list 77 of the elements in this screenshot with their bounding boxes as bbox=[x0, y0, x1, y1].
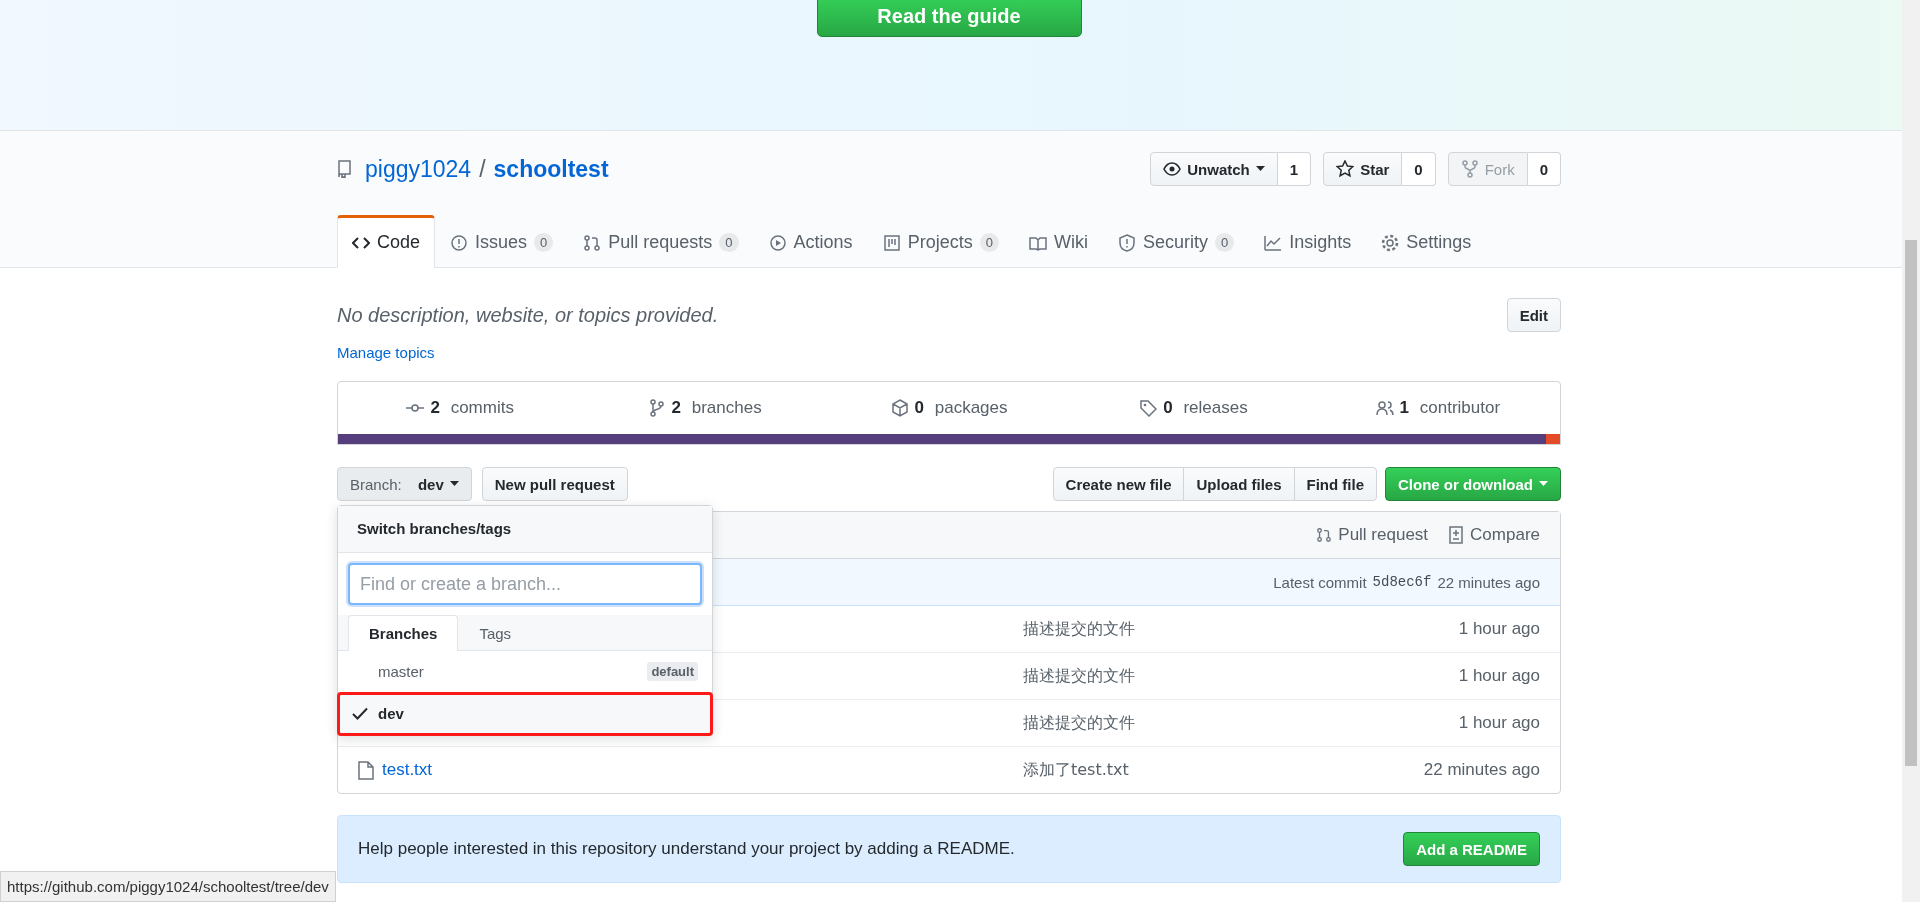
file-action-button[interactable]: Create new file bbox=[1052, 467, 1185, 501]
play-icon bbox=[768, 233, 787, 252]
counter-badge: 0 bbox=[719, 233, 739, 252]
counter-badge: 0 bbox=[534, 233, 554, 252]
repository-name-link[interactable]: schooltest bbox=[493, 155, 609, 183]
repo-tab[interactable]: Issues 0 bbox=[435, 215, 569, 268]
branch-select-button[interactable]: Branch: dev bbox=[337, 467, 472, 501]
summary-link[interactable]: 0 packages bbox=[826, 398, 1072, 418]
file-age: 1 hour ago bbox=[1458, 713, 1540, 733]
repo-tab[interactable]: Actions bbox=[753, 215, 868, 268]
file-action-button[interactable]: Find file bbox=[1293, 467, 1377, 501]
diff-icon bbox=[1448, 526, 1465, 544]
file-action-button[interactable]: Upload files bbox=[1183, 467, 1295, 501]
repo-tab[interactable]: Code bbox=[337, 215, 436, 268]
file-link[interactable]: test.txt bbox=[382, 760, 433, 780]
new-pull-request-button[interactable]: New pull request bbox=[481, 467, 628, 501]
latest-commit-label: Latest commit bbox=[1273, 573, 1367, 591]
file-age: 22 minutes ago bbox=[1423, 760, 1540, 780]
caret-icon bbox=[1539, 481, 1548, 487]
counter-badge: 0 bbox=[1214, 233, 1235, 252]
dropdown-title: Switch branches/tags bbox=[338, 506, 712, 553]
count-link[interactable]: 0 bbox=[1402, 152, 1436, 186]
repo-action-button[interactable]: Unwatch bbox=[1150, 152, 1278, 186]
repo-tab[interactable]: Security 0 bbox=[1102, 215, 1250, 268]
commit-message-link[interactable]: 描述提交的文件 bbox=[1023, 712, 1459, 734]
edit-button[interactable]: Edit bbox=[1506, 298, 1561, 332]
branch-menu-item[interactable]: dev bbox=[338, 693, 712, 735]
check-icon bbox=[352, 707, 368, 720]
commit-message-link[interactable]: 添加了test.txt bbox=[1023, 759, 1424, 781]
count-link[interactable]: 1 bbox=[1277, 152, 1312, 186]
manage-topics-link[interactable]: Manage topics bbox=[337, 344, 1561, 361]
branch-icon bbox=[647, 399, 666, 417]
repository-icon bbox=[337, 160, 351, 178]
eye-icon bbox=[1163, 160, 1182, 178]
commit-message-link[interactable]: 描述提交的文件 bbox=[1023, 618, 1459, 640]
owner-link[interactable]: piggy1024 bbox=[365, 155, 472, 183]
summary-link[interactable]: 2 branches bbox=[582, 398, 827, 418]
file-age: 1 hour ago bbox=[1458, 619, 1540, 639]
summary-link[interactable]: 2 commits bbox=[338, 398, 583, 418]
readme-prompt-text: Help people interested in this repository understand your project by adding a README. bbox=[358, 839, 1015, 859]
pull-request-icon bbox=[1316, 526, 1333, 544]
repo-action-button[interactable]: Star bbox=[1323, 152, 1403, 186]
repository-description: No description, website, or topics provided. bbox=[337, 303, 719, 327]
board-icon bbox=[882, 233, 901, 252]
gear-icon bbox=[1381, 233, 1400, 252]
repo-tab[interactable]: Pull requests 0 bbox=[568, 215, 754, 268]
repo-tab[interactable]: Projects 0 bbox=[867, 215, 1014, 268]
commit-time: 22 minutes ago bbox=[1437, 573, 1540, 591]
pull-request-link[interactable]: Pull request bbox=[1316, 525, 1429, 545]
summary-link[interactable]: 1 contributor bbox=[1315, 398, 1561, 418]
info-circle-icon bbox=[450, 233, 469, 252]
commit-message-link[interactable]: 描述提交的文件 bbox=[1023, 665, 1459, 687]
default-label: default bbox=[647, 662, 698, 681]
caret-icon bbox=[449, 481, 459, 487]
counter-badge: 0 bbox=[979, 233, 999, 252]
shield-icon bbox=[1117, 233, 1136, 252]
caret-icon bbox=[1255, 166, 1265, 172]
repo-tab[interactable]: Settings bbox=[1366, 215, 1487, 268]
star-icon bbox=[1336, 160, 1355, 178]
pull-request-icon bbox=[583, 233, 602, 252]
repo-tab[interactable]: Wiki bbox=[1013, 215, 1103, 268]
graph-icon bbox=[1264, 233, 1283, 252]
commit-sha-link[interactable]: 5d8ec6f bbox=[1372, 574, 1432, 590]
path-separator: / bbox=[479, 155, 486, 183]
package-icon bbox=[890, 399, 909, 417]
status-bar-url: https://github.com/piggy1024/schooltest/tree/dev bbox=[0, 871, 336, 902]
tag-icon bbox=[1139, 399, 1158, 417]
file-age: 1 hour ago bbox=[1458, 666, 1540, 686]
branch-filter-field[interactable]: Find or create a branch... bbox=[348, 563, 702, 605]
dropdown-tab[interactable]: Branches bbox=[348, 615, 459, 651]
compare-link[interactable]: Compare bbox=[1448, 525, 1540, 545]
file-icon bbox=[358, 760, 374, 780]
summary-link[interactable]: 0 releases bbox=[1071, 398, 1316, 418]
people-icon bbox=[1375, 399, 1394, 417]
repo-tab[interactable]: Insights bbox=[1249, 215, 1367, 268]
fork-icon bbox=[1460, 160, 1479, 178]
dropdown-tab[interactable]: Tags bbox=[458, 615, 533, 651]
